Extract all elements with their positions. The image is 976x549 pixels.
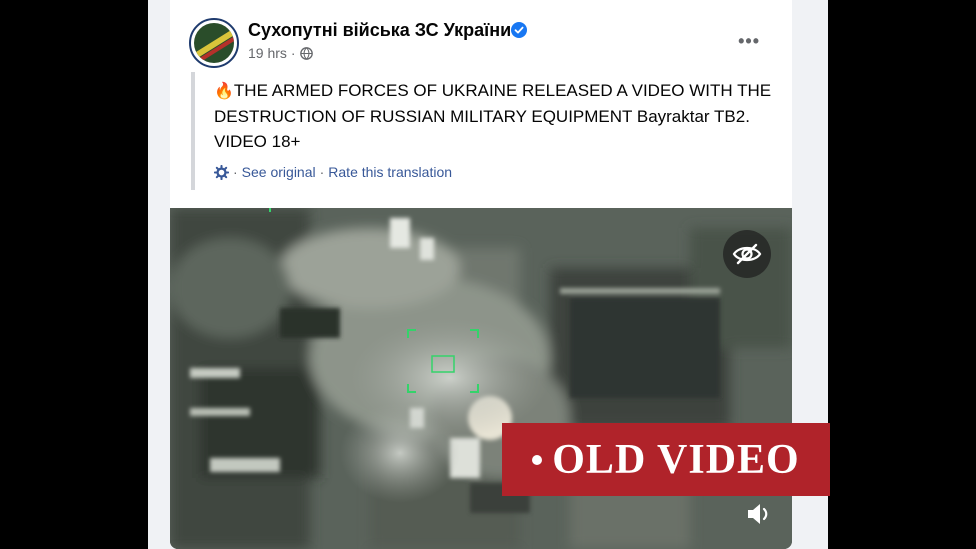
quote-bar xyxy=(191,72,195,190)
translate-separator-1: · xyxy=(233,164,238,180)
translate-separator-2: · xyxy=(319,164,325,180)
globe-icon xyxy=(299,46,313,60)
bullet-icon xyxy=(532,454,543,465)
emblem-icon xyxy=(194,23,234,63)
rate-translation-link[interactable]: Rate this translation xyxy=(328,164,452,180)
more-options-icon[interactable]: ••• xyxy=(738,31,760,52)
translation-row: · See original · Rate this translation xyxy=(214,164,452,180)
meta-separator: · xyxy=(290,45,296,61)
volume-icon[interactable] xyxy=(744,500,774,528)
page-name[interactable]: Сухопутні війська ЗС України xyxy=(248,20,511,41)
drone-footage xyxy=(170,208,792,549)
post-meta: 19 hrs · xyxy=(248,45,313,61)
post-text: 🔥THE ARMED FORCES OF UKRAINE RELEASED A … xyxy=(214,78,779,154)
see-original-link[interactable]: See original xyxy=(242,164,316,180)
old-video-text: OLD VIDEO xyxy=(552,436,800,483)
gear-icon xyxy=(214,164,229,180)
post-body: THE ARMED FORCES OF UKRAINE RELEASED A V… xyxy=(214,81,772,151)
post-time[interactable]: 19 hrs xyxy=(248,45,287,61)
fire-icon: 🔥 xyxy=(214,83,234,100)
video-player[interactable] xyxy=(170,208,792,549)
old-video-label: OLD VIDEO xyxy=(502,423,830,496)
screenshot-frame: Сухопутні війська ЗС України 19 hrs · ••… xyxy=(0,0,976,549)
verified-badge-icon xyxy=(511,22,527,38)
page-avatar[interactable] xyxy=(189,18,239,68)
hide-eye-icon[interactable] xyxy=(723,230,771,278)
